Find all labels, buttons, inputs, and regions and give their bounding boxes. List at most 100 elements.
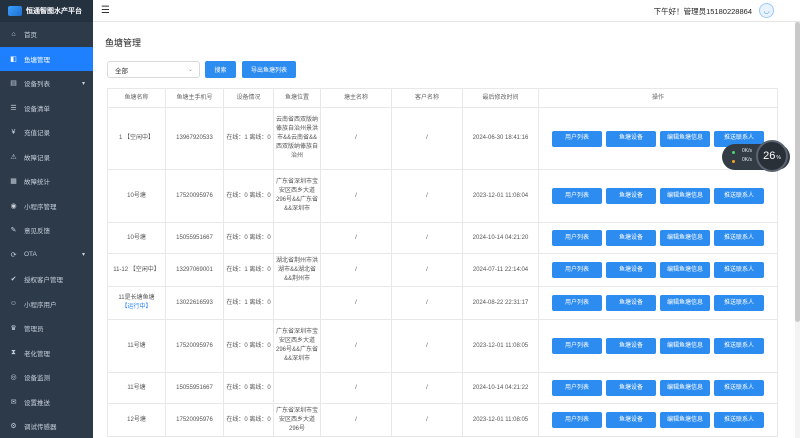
row-action-button[interactable]: 编辑鱼塘信息 bbox=[660, 295, 710, 311]
row-action-button[interactable]: 推送联系人 bbox=[714, 262, 764, 278]
row-action-button[interactable]: 编辑鱼塘信息 bbox=[660, 262, 710, 278]
row-action-button[interactable]: 用户列表 bbox=[552, 338, 602, 354]
sidebar-item-home[interactable]: ⌂ 首页 bbox=[0, 22, 93, 47]
row-action-button[interactable]: 编辑鱼塘信息 bbox=[660, 130, 710, 147]
row-action-button[interactable]: 用户列表 bbox=[552, 230, 602, 246]
usage-percent-badge[interactable]: 26% bbox=[756, 140, 788, 172]
search-button[interactable]: 搜索 bbox=[205, 61, 236, 78]
row-action-button[interactable]: 编辑鱼塘信息 bbox=[660, 338, 710, 354]
row-action-button[interactable]: 编辑鱼塘信息 bbox=[660, 412, 710, 428]
sidebar-item-push-settings[interactable]: ✉ 设置推送 bbox=[0, 390, 93, 415]
avatar[interactable]: ◡ bbox=[759, 3, 774, 18]
scrollbar-thumb[interactable] bbox=[795, 22, 800, 322]
sidebar-item-monitor[interactable]: ◎ 设备监测 bbox=[0, 365, 93, 390]
authorized-client-icon: ✔ bbox=[10, 276, 17, 284]
sidebar-item-label: 首页 bbox=[24, 32, 37, 40]
row-action-button[interactable]: 鱼塘设备 bbox=[606, 380, 656, 396]
cell-name: 11号塘 bbox=[107, 319, 166, 373]
chevron-down-icon: ⌄ bbox=[187, 67, 193, 73]
row-action-button[interactable]: 推送联系人 bbox=[714, 412, 764, 428]
cell-devices: 在线：1 离线：0 bbox=[223, 107, 274, 170]
checklist-icon: ☰ bbox=[10, 104, 17, 112]
cell-name: 10号塘 bbox=[107, 222, 166, 254]
row-action-button[interactable]: 鱼塘设备 bbox=[606, 338, 656, 354]
row-action-button[interactable]: 用户列表 bbox=[552, 130, 602, 147]
row-action-button[interactable]: 编辑鱼塘信息 bbox=[660, 188, 710, 204]
sidebar-item-fishpond[interactable]: ◧ 鱼塘管理 bbox=[0, 46, 93, 71]
logo-icon bbox=[8, 6, 22, 16]
sidebar-item-checklist[interactable]: ☰ 设备清单 bbox=[0, 96, 93, 121]
row-action-button[interactable]: 推送联系人 bbox=[714, 380, 764, 396]
sidebar-item-miniapp[interactable]: ◉ 小程序管理 bbox=[0, 194, 93, 219]
row-action-button[interactable]: 推送联系人 bbox=[714, 188, 764, 204]
cell-name: 11号塘 bbox=[107, 372, 166, 404]
sidebar-item-fault[interactable]: ⚠ 故障记录 bbox=[0, 145, 93, 170]
monitor-icon: ◎ bbox=[10, 374, 17, 382]
aging-icon: ⧗ bbox=[11, 348, 16, 356]
sidebar-item-sensor-debug[interactable]: ⚙ 调试传感器 bbox=[0, 414, 93, 438]
sidebar-item-feedback[interactable]: ✎ 意见反馈 bbox=[0, 218, 93, 243]
row-action-button[interactable]: 鱼塘设备 bbox=[606, 295, 656, 311]
cell-location bbox=[273, 372, 321, 404]
column-header: 客户名称 bbox=[391, 88, 463, 108]
sidebar-item-label: 授权客户管理 bbox=[24, 277, 63, 285]
cell-owner: / bbox=[320, 372, 392, 404]
row-action-button[interactable]: 鱼塘设备 bbox=[606, 130, 656, 147]
sidebar-item-recharge[interactable]: ¥ 充值记录 bbox=[0, 120, 93, 145]
cell-devices: 在线：0 离线：0 bbox=[223, 222, 274, 254]
cell-location: 湖北省荆州市洪湖市&&湖北省&&荆州市 bbox=[273, 253, 321, 287]
push-settings-icon: ✉ bbox=[10, 398, 17, 406]
row-action-button[interactable]: 编辑鱼塘信息 bbox=[660, 380, 710, 396]
row-action-button[interactable]: 鱼塘设备 bbox=[606, 412, 656, 428]
row-action-button[interactable]: 鱼塘设备 bbox=[606, 262, 656, 278]
export-list-button[interactable]: 导出鱼塘列表 bbox=[242, 61, 296, 78]
cell-location: 广东省深圳市宝安区西乡大道296号&&广东省&&深圳市 bbox=[273, 169, 321, 223]
cell-owner: / bbox=[320, 169, 392, 223]
cell-phone: 13967920533 bbox=[165, 107, 224, 170]
cell-name: 11是长塘鱼塘 【运行中】 bbox=[107, 286, 166, 320]
table-row: 10号塘 17520095976 在线：0 离线：0 广东省深圳市宝安区西乡大道296… bbox=[107, 169, 778, 223]
page-title: 鱼塘管理 bbox=[105, 38, 142, 48]
status-badge: 【运行中】 bbox=[121, 304, 152, 310]
sidebar-item-label: 老化管理 bbox=[24, 350, 50, 358]
row-action-button[interactable]: 用户列表 bbox=[552, 380, 602, 396]
recharge-icon: ¥ bbox=[11, 128, 16, 136]
cell-modified: 2023-12-01 11:08:05 bbox=[462, 403, 539, 437]
pond-name: 11-12 bbox=[113, 266, 129, 273]
cell-phone: 17520095976 bbox=[165, 403, 224, 437]
cell-customer: / bbox=[391, 222, 463, 254]
upload-speed: 0K/s bbox=[742, 148, 753, 154]
sidebar-item-statistics[interactable]: ▦ 故障统计 bbox=[0, 169, 93, 194]
row-action-button[interactable]: 推送联系人 bbox=[714, 230, 764, 246]
cell-name: 12号塘 bbox=[107, 403, 166, 437]
row-action-button[interactable]: 用户列表 bbox=[552, 188, 602, 204]
sidebar-item-label: 设备监测 bbox=[24, 375, 50, 383]
row-action-button[interactable]: 用户列表 bbox=[552, 412, 602, 428]
cell-devices: 在线：1 离线：0 bbox=[223, 286, 274, 320]
menu-toggle-icon[interactable]: ☰ bbox=[101, 5, 110, 16]
sidebar-item-label: 充值记录 bbox=[24, 130, 50, 138]
row-action-button[interactable]: 用户列表 bbox=[552, 262, 602, 278]
sidebar-item-aging[interactable]: ⧗ 老化管理 bbox=[0, 341, 93, 366]
sidebar-item-ota[interactable]: ⟳ OTA ▾ bbox=[0, 243, 93, 268]
row-action-button[interactable]: 鱼塘设备 bbox=[606, 188, 656, 204]
cell-modified: 2024-08-22 22:31:17 bbox=[462, 286, 539, 320]
cell-actions: 用户列表 鱼塘设备 编辑鱼塘信息 推送联系人 bbox=[538, 403, 778, 437]
download-dot-icon bbox=[732, 160, 735, 163]
row-action-button[interactable]: 推送联系人 bbox=[714, 338, 764, 354]
fault-icon: ⚠ bbox=[10, 153, 17, 161]
sidebar-item-miniapp-user[interactable]: ☺ 小程序用户 bbox=[0, 292, 93, 317]
row-action-button[interactable]: 编辑鱼塘信息 bbox=[660, 230, 710, 246]
cell-owner: / bbox=[320, 253, 392, 287]
row-action-button[interactable]: 推送联系人 bbox=[714, 295, 764, 311]
sidebar-item-authorized-client[interactable]: ✔ 授权客户管理 bbox=[0, 267, 93, 292]
filter-select[interactable]: 全部 ⌄ bbox=[107, 61, 200, 78]
sidebar-item-device-list[interactable]: ▤ 设备列表 ▾ bbox=[0, 71, 93, 96]
row-action-button[interactable]: 鱼塘设备 bbox=[606, 230, 656, 246]
sidebar-item-admin[interactable]: ♛ 管理员 bbox=[0, 316, 93, 341]
cell-customer: / bbox=[391, 169, 463, 223]
sidebar-item-label: 设备列表 bbox=[24, 81, 50, 89]
sidebar-item-label: 设备清单 bbox=[24, 105, 50, 113]
row-action-button[interactable]: 用户列表 bbox=[552, 295, 602, 311]
cell-name: 1 【空闲中】 bbox=[107, 107, 166, 170]
